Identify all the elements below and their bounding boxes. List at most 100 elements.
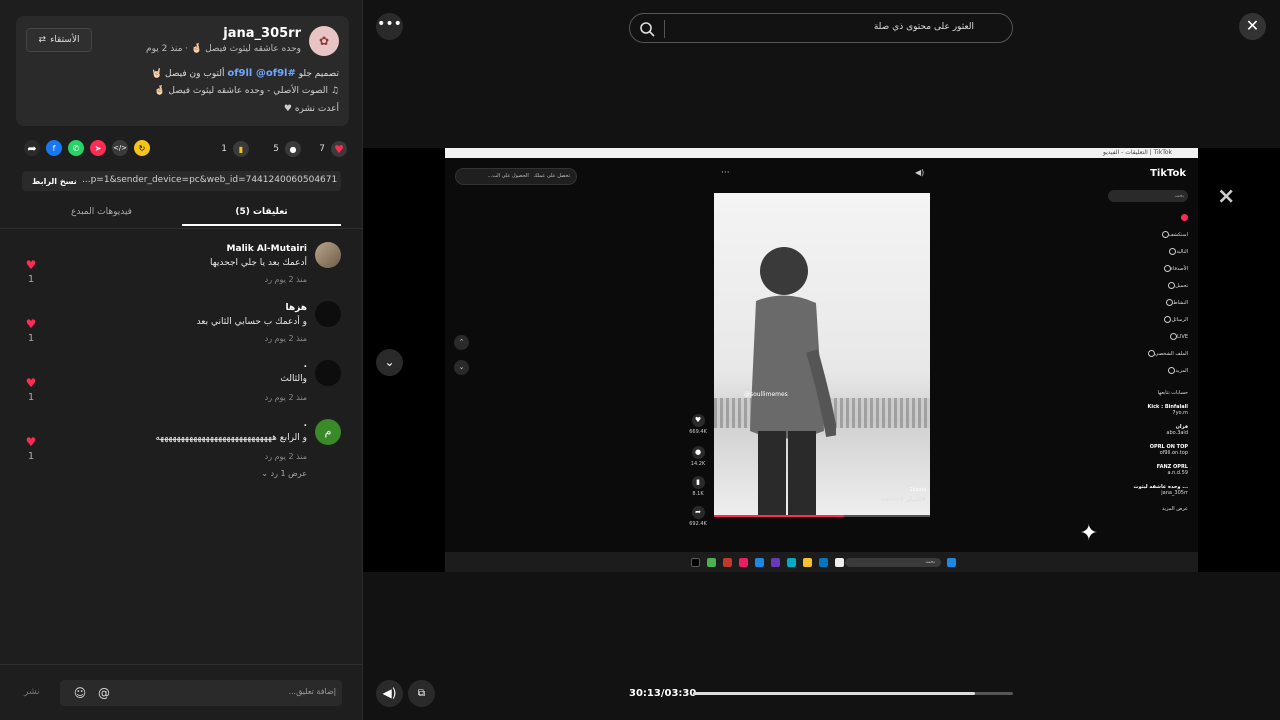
mention-icon[interactable]: @	[96, 685, 112, 701]
author-subline: وحده عاشقه ليثوث فيصل 🤞🏻 · منذ 2 يوم	[146, 44, 301, 54]
comment-meta[interactable]: منذ 2 يوم رد	[265, 452, 307, 461]
search-input[interactable]: العثور على محتوى ذي صلة	[874, 22, 974, 32]
music-note-icon: ♫	[330, 86, 339, 96]
volume-button[interactable]: ◀)	[376, 680, 403, 707]
inner-share-icon: ➦	[691, 506, 705, 519]
seek-bar[interactable]	[693, 692, 1013, 695]
copy-link-button[interactable]: نسخ الرابط	[24, 173, 85, 189]
facebook-icon[interactable]: f	[46, 140, 62, 156]
windows-start-icon	[947, 558, 956, 567]
tab-creator-videos[interactable]: فيديوهات المبدع	[22, 202, 181, 226]
whatsapp-icon[interactable]: ✆	[68, 140, 84, 156]
comment-text: و أدعمك ب حسابي الثاني بعد	[196, 317, 307, 327]
heart-small-icon: ♥	[283, 104, 292, 114]
comment-author[interactable]: .	[304, 360, 307, 370]
comment-like[interactable]: ♥ 1	[22, 317, 40, 344]
app-taskbar-icon	[771, 558, 780, 567]
inner-taskbar: بحث	[445, 552, 1198, 572]
capcut-logo-icon: ⨯	[1217, 184, 1236, 209]
inner-video: @soullimemes 1bsoul #اكسبلور #explore	[714, 193, 930, 517]
inner-nav-item: تحميل	[1098, 282, 1188, 289]
send-icon[interactable]: ➤	[90, 140, 106, 156]
save-action[interactable]: 1 ▮	[221, 140, 249, 158]
music-title: الصوت الأصلي - وحده عاشقه ليثوث فيصل 🤞🏻	[154, 86, 329, 96]
comment-icon: ●	[285, 141, 301, 157]
inner-nav-item: المزيد	[1098, 367, 1188, 374]
comment-like-count: 1	[27, 451, 35, 462]
search-divider	[664, 20, 665, 38]
app-taskbar-icon	[739, 558, 748, 567]
inner-heart-icon: ♥	[691, 414, 705, 427]
search-icon[interactable]	[638, 20, 656, 38]
app-taskbar-icon	[723, 558, 732, 567]
heart-icon: ♥	[25, 435, 37, 449]
swap-icon: ⇄	[38, 35, 47, 45]
chrome-taskbar-icon	[707, 558, 716, 567]
desc-tags[interactable]: #of9ll @of9l	[227, 68, 296, 79]
inner-account: وحده عاشقه ليثوث ... jana_305rr	[1133, 484, 1188, 496]
inner-save-count: 8.1K	[692, 491, 704, 497]
folder-taskbar-icon	[803, 558, 812, 567]
comment-like[interactable]: ♥ 1	[22, 435, 40, 462]
post-comment-button[interactable]: نشر	[24, 687, 40, 697]
inner-taskbar-search: بحث	[845, 558, 941, 567]
comment-meta[interactable]: منذ 2 يوم رد	[265, 393, 307, 402]
picture-in-picture-button[interactable]: ⧉	[408, 680, 435, 707]
comment-avatar[interactable]: م	[315, 419, 341, 445]
inner-bookmark-icon: ▮	[691, 476, 705, 489]
video-frame-screenshot: TikTok | التعليقات - الفيديو تحصل على عم…	[445, 148, 1198, 572]
inner-nav-item: التالية	[1098, 248, 1188, 255]
like-action[interactable]: 7 ♥	[319, 140, 347, 158]
actions-row: 7 ♥ 5 ● 1 ▮ ➦ f ✆ ➤ </> ↻	[16, 140, 349, 158]
close-button[interactable]: ✕	[1239, 13, 1266, 40]
comment-avatar[interactable]	[315, 242, 341, 268]
more-options-button[interactable]: •••	[376, 13, 403, 40]
comment-like[interactable]: ♥ 1	[22, 258, 40, 285]
video-area: ••• العثور على محتوى ذي صلة ✕ TikTok | ا…	[363, 0, 1280, 720]
desc-suffix: ألتوب ون فيصل 🤘🏻	[150, 69, 225, 79]
show-replies-button[interactable]: عرض 1 رد ⌄	[261, 469, 307, 478]
copy-link-bar: نسخ الرابط ...p=1&sender_device=pc&web_i…	[22, 171, 341, 191]
comment-input-placeholder: إضافة تعليق...	[288, 687, 336, 696]
tab-comments[interactable]: تعليقات (5)	[182, 202, 341, 226]
inner-account: FANZ OPRL a.n.d.59	[1156, 464, 1188, 476]
search-bar[interactable]: العثور على محتوى ذي صلة	[629, 13, 1013, 43]
comment-author[interactable]: ه‍زها	[286, 303, 307, 313]
comment-like[interactable]: ♥ 1	[22, 376, 40, 403]
comment-meta[interactable]: منذ 2 يوم رد	[265, 334, 307, 343]
inner-like: ♥ 669.4K	[687, 414, 709, 435]
inner-browser-title: TikTok | التعليقات - الفيديو	[1102, 149, 1172, 156]
tiktok-taskbar-icon	[691, 558, 700, 567]
inner-share: ➦ 692.4K	[687, 506, 709, 527]
embed-icon[interactable]: </>	[112, 140, 128, 156]
comment-avatar[interactable]	[315, 301, 341, 327]
edge-taskbar-icon	[787, 558, 796, 567]
author-avatar[interactable]: ✿	[309, 26, 339, 56]
comment-input[interactable]: إضافة تعليق... ☺ @	[60, 680, 342, 706]
comment-meta[interactable]: منذ 2 يوم رد	[265, 275, 307, 284]
music-line[interactable]: ♫ الصوت الأصلي - وحده عاشقه ليثوث فيصل 🤞…	[154, 86, 339, 96]
inner-feed-btn2: الحصول على الت...	[487, 173, 529, 179]
comment-author[interactable]: .	[304, 419, 307, 429]
save-count: 1	[221, 144, 227, 154]
repost-icon[interactable]: ↻	[134, 140, 150, 156]
next-video-button[interactable]: ⌄	[376, 349, 403, 376]
bookmark-icon: ▮	[233, 141, 249, 157]
repost-indicator: أعدت نشره ♥	[284, 104, 339, 114]
inner-browser-bar: TikTok | التعليقات - الفيديو	[445, 148, 1198, 158]
comment-author[interactable]: Malik Al-Mutairi	[227, 244, 307, 254]
comment-text: أدعمك بعد يا جلي اجحديها	[210, 258, 307, 268]
inner-video-tag: #اكسبلور #explore	[881, 497, 926, 503]
follow-button[interactable]: ⇄ الأستقاء	[26, 28, 92, 52]
heart-icon: ♥	[25, 376, 37, 390]
author-username[interactable]: jana_305rr	[223, 26, 301, 41]
comment-avatar[interactable]	[315, 360, 341, 386]
share-arrow-icon[interactable]: ➦	[24, 140, 40, 156]
comment-action[interactable]: 5 ●	[273, 140, 301, 158]
emoji-icon[interactable]: ☺	[72, 685, 88, 701]
chevron-down-icon: ⌄	[261, 469, 268, 478]
inner-progress-bar	[714, 515, 930, 517]
share-url: ...p=1&sender_device=pc&web_id=744124006…	[82, 175, 337, 185]
video-player[interactable]: TikTok | التعليقات - الفيديو تحصل على عم…	[363, 148, 1280, 572]
inner-nav-item: الأصدقاء	[1098, 265, 1188, 272]
